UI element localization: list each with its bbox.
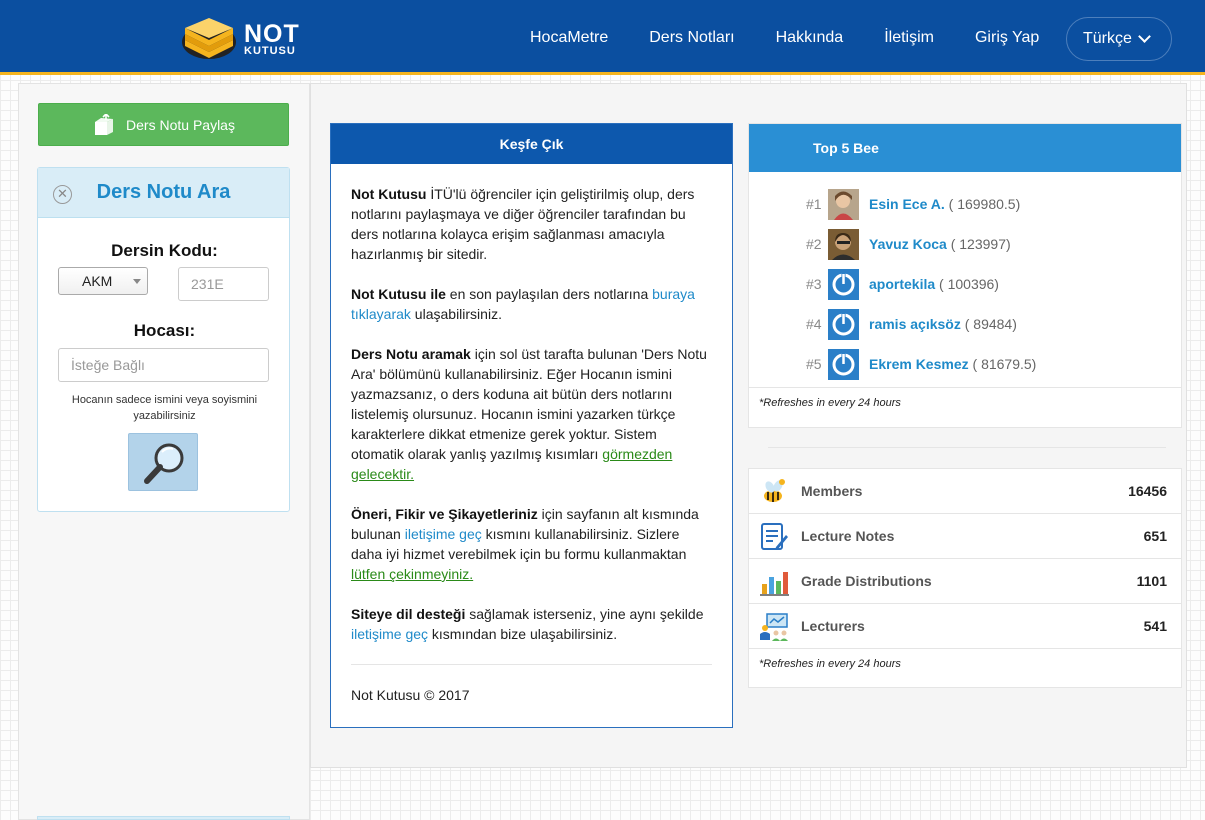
top-navbar: NOT KUTUSU HocaMetre Ders Notları Hakkın… <box>0 0 1205 75</box>
stats-panel: Members 16456 Lecture Notes 651 Grade Distri… <box>748 468 1182 688</box>
course-code-input[interactable]: 231E <box>178 267 269 301</box>
section-divider <box>768 447 1166 448</box>
top5-user: Ekrem Kesmez ( 81679.5) <box>869 356 1036 372</box>
power-avatar-icon[interactable] <box>828 348 859 380</box>
contact-link-2[interactable]: iletişime geç <box>351 626 428 642</box>
department-select[interactable]: AKM <box>58 267 148 295</box>
logo-line-1: NOT <box>244 19 300 48</box>
contact-link[interactable]: iletişime geç <box>405 526 482 542</box>
magnifier-icon <box>144 443 184 484</box>
site-logo[interactable]: NOT KUTUSU <box>180 15 300 63</box>
top5-user-name[interactable]: ramis açıksöz <box>869 316 961 332</box>
share-box-icon <box>95 113 114 135</box>
top5-user: aportekila ( 100396) <box>869 276 999 292</box>
stats-refresh-note: *Refreshes in every 24 hours <box>759 658 901 670</box>
nav-giris-yap[interactable]: Giriş Yap <box>975 29 1039 47</box>
dropdown-arrow-icon <box>133 279 141 284</box>
dont-hesitate-link[interactable]: lütfen çekinmeyiniz. <box>351 566 473 582</box>
language-label: Türkçe <box>1083 30 1132 47</box>
main-nav: HocaMetre Ders Notları Hakkında İletişim… <box>530 0 1080 75</box>
top5-rank: #3 <box>806 276 822 292</box>
stats-row: Grade Distributions 1101 <box>749 559 1181 604</box>
stats-row: Members 16456 <box>749 469 1181 514</box>
top5-user-score: ( 81679.5) <box>972 356 1037 372</box>
explore-footer: Not Kutusu © 2017 <box>351 664 712 705</box>
box-logo-icon <box>182 18 236 59</box>
note-search-panel: ✕ Ders Notu Ara Dersin Kodu: AKM 231E Ho… <box>37 167 290 512</box>
language-dropdown[interactable]: Türkçe <box>1066 17 1172 61</box>
bar-chart-icon <box>759 567 789 597</box>
explore-panel: Keşfe Çık Not Kutusu İTÜ'lü öğrenciler i… <box>330 123 733 728</box>
nav-hocametre[interactable]: HocaMetre <box>530 29 608 47</box>
top5-user-name[interactable]: Ekrem Kesmez <box>869 356 969 372</box>
lecturer-input[interactable]: İsteğe Bağlı <box>58 348 269 382</box>
top5-panel: Top 5 Bee #1 Esin Ece A. ( 169980.5) #2 Yav… <box>748 123 1182 428</box>
power-avatar-icon[interactable] <box>828 308 859 340</box>
notes-icon <box>759 522 789 552</box>
lecturer-placeholder: İsteğe Bağlı <box>71 357 145 373</box>
top5-user: Esin Ece A. ( 169980.5) <box>869 196 1020 212</box>
power-avatar-icon[interactable] <box>828 268 859 300</box>
search-panel-title: Ders Notu Ara <box>96 181 231 203</box>
user-avatar[interactable] <box>828 228 859 260</box>
course-code-label: Dersin Kodu: <box>111 241 218 260</box>
nav-hakkinda[interactable]: Hakkında <box>776 29 844 47</box>
top5-user-score: ( 169980.5) <box>948 196 1021 212</box>
stats-label: Lecturers <box>801 618 865 634</box>
explore-paragraph-3: Ders Notu aramak için sol üst tarafta bu… <box>351 346 707 482</box>
top5-user-score: ( 89484) <box>964 316 1017 332</box>
share-button-label: Ders Notu Paylaş <box>126 116 235 133</box>
search-button[interactable] <box>128 433 198 491</box>
stats-row: Lecture Notes 651 <box>749 514 1181 559</box>
lecturer-icon <box>759 612 789 642</box>
top5-user-score: ( 123997) <box>950 236 1011 252</box>
stats-value: 541 <box>1143 618 1167 634</box>
close-icon[interactable]: ✕ <box>53 185 72 204</box>
stats-value: 16456 <box>1128 483 1167 499</box>
bees-icon <box>759 477 789 507</box>
stats-label: Members <box>801 483 863 499</box>
top5-title: Top 5 Bee <box>749 124 1181 172</box>
top5-user: Yavuz Koca ( 123997) <box>869 236 1011 252</box>
top5-user-name[interactable]: Esin Ece A. <box>869 196 945 212</box>
logo-line-2: KUTUSU <box>244 44 296 57</box>
top5-divider <box>749 387 1181 388</box>
stats-label: Lecture Notes <box>801 528 895 544</box>
nav-ders-notlari[interactable]: Ders Notları <box>649 29 734 47</box>
sidebar-next-panel <box>37 816 290 820</box>
lecturer-hint: Hocanın sadece ismini veya soyismini yaz… <box>71 394 258 422</box>
stats-row: Lecturers 541 <box>749 604 1181 649</box>
explore-title: Keşfe Çık <box>331 124 732 164</box>
lecturer-label: Hocası: <box>133 321 196 340</box>
user-avatar[interactable] <box>828 188 859 220</box>
logo-text: NOT KUTUSU <box>244 19 300 57</box>
explore-paragraph-4: Öneri, Fikir ve Şikayetleriniz için sayf… <box>351 506 699 582</box>
top5-rank: #1 <box>806 196 822 212</box>
department-select-value: AKM <box>82 273 113 289</box>
top5-rank: #4 <box>806 316 822 332</box>
share-note-button[interactable]: Ders Notu Paylaş <box>38 103 289 146</box>
explore-paragraph-5: Siteye dil desteği sağlamak isterseniz, … <box>351 606 704 642</box>
top5-user-score: ( 100396) <box>939 276 999 292</box>
nav-iletisim[interactable]: İletişim <box>884 29 934 47</box>
top5-user: ramis açıksöz ( 89484) <box>869 316 1017 332</box>
top5-rank: #5 <box>806 356 822 372</box>
top5-rank: #2 <box>806 236 822 252</box>
top5-user-name[interactable]: aportekila <box>869 276 935 292</box>
top5-user-name[interactable]: Yavuz Koca <box>869 236 947 252</box>
top5-refresh-note: *Refreshes in every 24 hours <box>759 397 901 409</box>
chevron-down-icon <box>1138 30 1151 43</box>
stats-value: 651 <box>1143 528 1167 544</box>
course-code-placeholder: 231E <box>191 276 224 292</box>
explore-body: Not Kutusu İTÜ'lü öğrenciler için gelişt… <box>331 164 732 705</box>
search-panel-header: ✕ Ders Notu Ara <box>38 168 289 218</box>
stats-label: Grade Distributions <box>801 573 932 589</box>
stats-value: 1101 <box>1136 573 1167 589</box>
explore-paragraph-2: Not Kutusu ile en son paylaşılan ders no… <box>351 286 695 322</box>
explore-paragraph-1: Not Kutusu İTÜ'lü öğrenciler için gelişt… <box>351 186 695 262</box>
